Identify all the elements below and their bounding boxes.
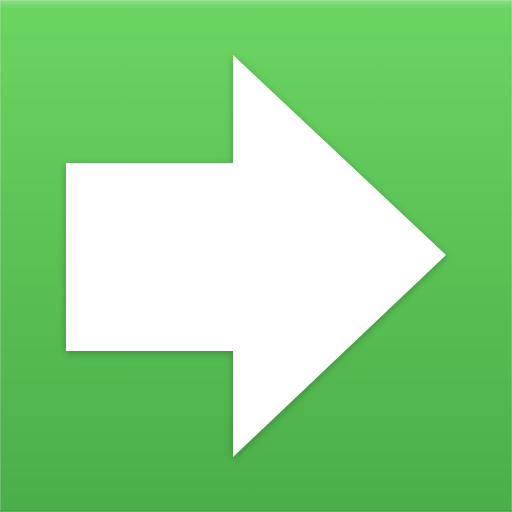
arrow-tile[interactable] bbox=[0, 0, 512, 512]
arrow-shape bbox=[66, 55, 446, 457]
arrow-right-icon bbox=[66, 55, 446, 457]
